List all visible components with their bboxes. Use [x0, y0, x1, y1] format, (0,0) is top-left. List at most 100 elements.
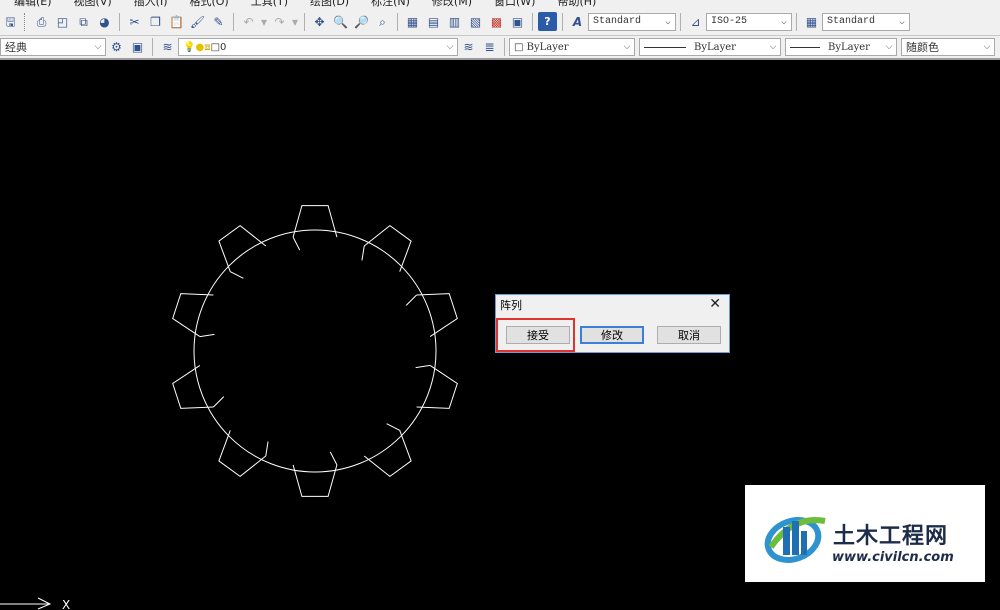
separator [532, 12, 533, 31]
standard-toolbar: 🖫 ⎙ ◰ ⧉ ◕ ✂ ❐ 📋 🖌 ✎ ↶ ▾ ↷ ▾ ✥ 🔍 🔎 ⌕ ▦ ▤ … [0, 8, 1000, 36]
dim-style-icon[interactable]: ⊿ [686, 12, 705, 31]
gear-tooth-tick [292, 236, 301, 251]
layer-select[interactable]: 💡 ● ⧈ □ 0 ⌵ [178, 38, 458, 56]
plot-style-select[interactable]: 随颜色 ⌵ [901, 38, 995, 56]
separator [152, 38, 153, 56]
print-icon[interactable]: ⎙ [32, 12, 51, 31]
chevron-down-icon[interactable]: ⌵ [661, 13, 675, 30]
chevron-down-icon[interactable]: ⌵ [443, 39, 457, 55]
chevron-down-icon[interactable]: ⌵ [777, 13, 791, 30]
gear-tooth [292, 205, 338, 238]
color-select[interactable]: □ ByLayer ⌵ [509, 38, 635, 56]
watermark-logo: 土木工程网 www.civilcn.com [745, 485, 985, 582]
toolbar-grip[interactable] [24, 12, 28, 31]
menu-modify[interactable]: 修改(M) [432, 0, 472, 8]
calculator-icon[interactable]: ▣ [508, 12, 527, 31]
table-style-icon[interactable]: ▦ [802, 12, 821, 31]
chevron-down-icon[interactable]: ⌵ [882, 39, 896, 55]
pan-icon[interactable]: ✥ [310, 12, 329, 31]
dim-style-select[interactable]: ISO-25 ⌵ [706, 12, 792, 31]
color-swatch-icon: □ [514, 41, 527, 53]
markup-icon[interactable]: ▩ [487, 12, 506, 31]
gear-tooth [172, 364, 214, 409]
redo-icon[interactable]: ↷ [270, 12, 289, 31]
watermark-url: www.civilcn.com [832, 550, 954, 565]
menu-tools[interactable]: 工具(T) [251, 0, 288, 8]
separator [304, 12, 305, 31]
lineweight-preview [790, 46, 820, 48]
lineweight-select[interactable]: ByLayer ⌵ [785, 38, 897, 56]
properties-icon[interactable]: ▦ [403, 12, 422, 31]
dim-style-value: ISO-25 [711, 16, 748, 27]
menu-format[interactable]: 格式(O) [189, 0, 228, 8]
logo-icon [764, 517, 826, 563]
separator [796, 12, 797, 31]
table-style-select[interactable]: Standard ⌵ [822, 12, 910, 31]
plot-style-value: 随颜色 [906, 41, 939, 54]
menu-edit[interactable]: 编辑(E) [14, 0, 52, 8]
gear-tooth-tick [329, 451, 338, 466]
tool-palettes-icon[interactable]: ▥ [445, 12, 464, 31]
make-current-layer-icon[interactable]: ≋ [459, 38, 478, 57]
text-style-select[interactable]: Standard ⌵ [588, 12, 676, 31]
save-workspace-icon[interactable]: ▣ [128, 38, 147, 57]
separator [233, 12, 234, 31]
menu-view[interactable]: 视图(V) [74, 0, 112, 8]
3d-dwf-icon[interactable]: ◕ [95, 12, 114, 31]
gear-tooth [218, 430, 267, 478]
chevron-down-icon[interactable]: ⌵ [91, 39, 105, 55]
chevron-down-icon[interactable]: ⌵ [895, 13, 909, 30]
zoom-realtime-icon[interactable]: 🔍 [331, 12, 350, 31]
linetype-preview [644, 46, 686, 48]
zoom-previous-icon[interactable]: ⌕ [373, 12, 392, 31]
separator [562, 12, 563, 31]
copy-icon[interactable]: ❐ [146, 12, 165, 31]
menu-dimension[interactable]: 标注(N) [371, 0, 410, 8]
match-properties-icon[interactable]: 🖌 [188, 12, 207, 31]
gear-polar-array[interactable] [172, 205, 458, 497]
menu-help[interactable]: 帮助(H) [557, 0, 596, 8]
menu-window[interactable]: 窗口(W) [494, 0, 535, 8]
ucs-x-label: X [62, 598, 70, 610]
chevron-down-icon[interactable]: ⌵ [620, 39, 634, 55]
cancel-button[interactable]: 取消 [657, 326, 721, 344]
cut-icon[interactable]: ✂ [125, 12, 144, 31]
menu-draw[interactable]: 绘图(D) [310, 0, 349, 8]
gear-tooth-tick [361, 245, 365, 261]
zoom-window-icon[interactable]: 🔎 [352, 12, 371, 31]
undo-dropdown-icon[interactable]: ▾ [260, 12, 268, 31]
accept-highlight-box [496, 318, 575, 352]
ucs-icon: X [0, 597, 70, 610]
chevron-down-icon[interactable]: ⌵ [766, 39, 780, 55]
paste-icon[interactable]: 📋 [167, 12, 186, 31]
separator [504, 38, 505, 56]
sheet-set-icon[interactable]: ▧ [466, 12, 485, 31]
gear-tooth [416, 364, 458, 409]
undo-icon[interactable]: ↶ [239, 12, 258, 31]
layer-properties-icon[interactable]: ≋ [158, 38, 177, 57]
publish-icon[interactable]: ⧉ [74, 12, 93, 31]
modify-button[interactable]: 修改 [580, 326, 644, 344]
text-style-icon[interactable]: A [568, 12, 587, 31]
separator [680, 12, 681, 31]
design-center-icon[interactable]: ▤ [424, 12, 443, 31]
block-editor-icon[interactable]: ✎ [209, 12, 228, 31]
print-preview-icon[interactable]: ◰ [53, 12, 72, 31]
chevron-down-icon[interactable]: ⌵ [980, 39, 994, 55]
workspace-settings-icon[interactable]: ⚙ [107, 38, 126, 57]
linetype-value: ByLayer [694, 41, 736, 53]
lineweight-value: ByLayer [828, 41, 870, 53]
layers-properties-toolbar: 经典 ⌵ ⚙ ▣ ≋ 💡 ● ⧈ □ 0 ⌵ ≋ ≣ □ ByLayer ⌵ B… [0, 36, 1000, 60]
text-style-value: Standard [593, 16, 642, 27]
close-icon[interactable]: ✕ [709, 295, 721, 313]
help-icon[interactable]: ? [538, 12, 557, 31]
gear-tooth-tick [415, 364, 431, 369]
menu-insert[interactable]: 插入(I) [134, 0, 168, 8]
gear-tooth [363, 224, 412, 272]
gear-tooth-tick [213, 396, 225, 408]
linetype-select[interactable]: ByLayer ⌵ [639, 38, 781, 56]
redo-dropdown-icon[interactable]: ▾ [291, 12, 299, 31]
workspace-select[interactable]: 经典 ⌵ [0, 38, 106, 56]
save-icon[interactable]: 🖫 [1, 12, 20, 31]
layer-previous-icon[interactable]: ≣ [480, 38, 499, 57]
